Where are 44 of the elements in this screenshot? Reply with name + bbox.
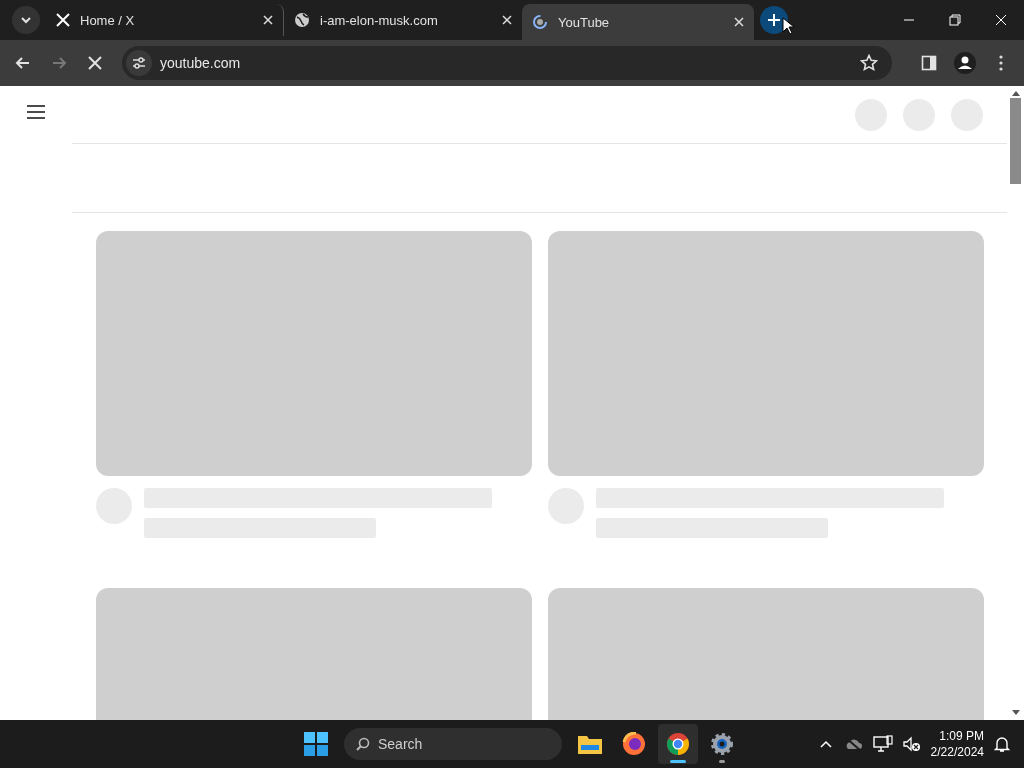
globe-icon <box>294 12 310 28</box>
address-bar[interactable]: youtube.com <box>122 46 892 80</box>
taskbar-search-field[interactable]: Search <box>344 728 562 760</box>
back-arrow-icon <box>15 55 31 71</box>
windows-logo-icon <box>304 732 328 756</box>
close-icon[interactable] <box>263 15 273 25</box>
clock-time: 1:09 PM <box>939 728 984 744</box>
person-icon <box>954 52 976 74</box>
chrome-icon <box>666 732 690 756</box>
close-icon <box>88 56 102 70</box>
menu-icon[interactable] <box>26 104 46 120</box>
scroll-down-icon[interactable] <box>1011 710 1020 716</box>
scroll-up-icon[interactable] <box>1011 90 1020 96</box>
browser-tab[interactable]: YouTube <box>522 4 754 40</box>
firefox-icon <box>622 732 646 756</box>
folder-icon <box>577 733 603 755</box>
gear-icon <box>710 732 734 756</box>
x-logo-icon <box>56 13 70 27</box>
clock[interactable]: 1:09 PM 2/22/2024 <box>930 728 984 760</box>
url-text: youtube.com <box>160 55 242 71</box>
notification-bell-icon[interactable] <box>994 735 1010 753</box>
search-icon <box>356 737 370 751</box>
network-icon[interactable] <box>872 735 893 753</box>
side-panel-icon <box>921 55 937 71</box>
forward-arrow-icon <box>51 55 67 71</box>
kebab-menu-icon <box>999 55 1003 71</box>
speaker-muted-icon[interactable] <box>902 736 921 752</box>
close-icon[interactable] <box>734 17 744 27</box>
tab-search-button[interactable] <box>12 6 40 34</box>
close-icon <box>995 14 1007 26</box>
mouse-cursor-icon <box>782 17 794 35</box>
new-tab-button[interactable] <box>760 6 788 34</box>
taskbar-app-button[interactable] <box>658 724 698 764</box>
browser-tab[interactable]: Home / X <box>46 4 284 36</box>
loading-spinner-icon <box>532 14 548 30</box>
star-icon[interactable] <box>860 54 878 72</box>
close-icon[interactable] <box>502 15 512 25</box>
chevron-down-icon <box>20 14 32 26</box>
plus-icon <box>767 13 781 27</box>
clock-date: 2/22/2024 <box>930 744 984 760</box>
restore-icon <box>949 14 961 26</box>
scrollbar-thumb[interactable] <box>1010 98 1021 184</box>
browser-tab[interactable]: i-am-elon-musk.com <box>284 4 522 36</box>
site-settings-icon[interactable] <box>126 50 152 76</box>
